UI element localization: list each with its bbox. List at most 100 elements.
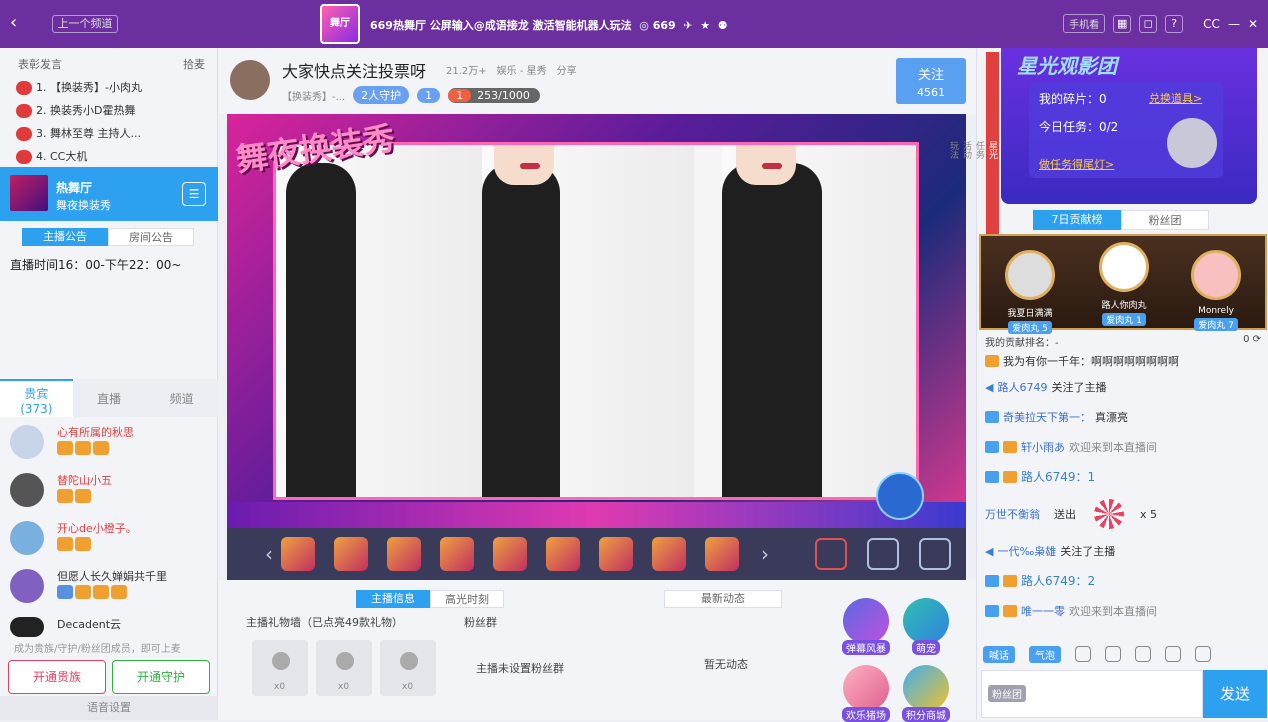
store-icon[interactable] — [919, 538, 951, 570]
anchor-avatar[interactable] — [230, 60, 270, 100]
bubble-button[interactable]: 气泡 — [1029, 645, 1061, 663]
menu-icon[interactable]: ☰ — [182, 182, 206, 206]
room-logo: 舞厅 — [320, 4, 360, 44]
app-pig-farm[interactable]: 欢乐猪场 — [838, 665, 894, 722]
room-card[interactable]: 热舞厅 舞夜换装秀 ☰ — [0, 167, 218, 221]
side-tab[interactable]: 星光 — [986, 52, 999, 248]
rank-item[interactable]: 4. CC大机 — [16, 145, 217, 168]
gift-icon[interactable] — [546, 537, 580, 571]
more-icon[interactable] — [1195, 646, 1211, 662]
gift-count: x 5 — [1140, 507, 1158, 521]
gift-icon[interactable] — [387, 537, 421, 571]
anchor-tag: 【换装秀】-... — [282, 91, 346, 103]
gift-wall-title[interactable]: 主播礼物墙（已点亮49款礼物） — [246, 614, 403, 630]
side-tab[interactable]: 任务 — [973, 52, 986, 248]
gift-icon[interactable] — [334, 537, 368, 571]
rank-item[interactable]: 2. 换装秀小D霍热舞 — [16, 99, 217, 122]
gift-icon[interactable] — [281, 537, 315, 571]
gift-icon[interactable] — [599, 537, 633, 571]
bell-icon[interactable]: ◻ — [1139, 14, 1158, 33]
fans-pill[interactable]: 1 — [417, 87, 441, 103]
tab-highlight[interactable]: 高光时刻 — [430, 590, 504, 608]
chat-toolbar: 喊话 气泡 — [981, 642, 1265, 666]
avatar — [10, 617, 44, 637]
list-item[interactable]: Decadent云 — [0, 613, 218, 637]
image-icon[interactable] — [1135, 646, 1151, 662]
rank-item[interactable]: 1. 【换装秀】-小肉丸 — [16, 76, 217, 99]
chat-user[interactable]: 一代‰枭雄 — [997, 544, 1056, 559]
rank-2[interactable]: 我夏日满满 爱肉丸 5 — [995, 250, 1065, 334]
grid-icon[interactable]: ▦ — [1113, 14, 1132, 33]
emoji-icon[interactable] — [1075, 646, 1091, 662]
chat-user[interactable]: 万世不衡翁 — [985, 507, 1040, 522]
gift-icon[interactable] — [652, 537, 686, 571]
list-item[interactable]: 替陀山小五 — [0, 469, 218, 517]
chat-user[interactable]: 路人6749：1 — [1021, 470, 1095, 485]
rank-1[interactable]: 路人你肉丸 爱肉丸 1 — [1089, 242, 1159, 326]
list-item[interactable]: 开心de小橙子。 — [0, 517, 218, 565]
speak-button[interactable]: 喊话 — [983, 645, 1015, 663]
task-link[interactable]: 做任务得尾灯> — [1039, 156, 1114, 172]
chat-user[interactable]: 唯一一零 — [1021, 604, 1065, 619]
side-tab[interactable]: 活动 — [960, 52, 973, 248]
chat-user[interactable]: 路人6749：2 — [1021, 574, 1095, 589]
my-rank-row: 我的贡献排名：- 0 ⟳ — [985, 334, 1261, 349]
latest-news-tab[interactable]: 最新动态 — [664, 590, 782, 608]
guard-pill[interactable]: 2人守护 — [353, 86, 410, 104]
mobile-watch-button[interactable]: 手机看 — [1063, 14, 1106, 33]
chevron-right-icon[interactable]: › — [761, 542, 769, 566]
mic-button[interactable]: 拾麦 — [183, 56, 205, 72]
chat-user[interactable]: 路人6749 — [997, 380, 1047, 395]
gift-icon[interactable] — [440, 537, 474, 571]
room-title: 669热舞厅 公屏输入@成语接龙 激活智能机器人玩法 ◎ 669 ✈ ★ ⚉ — [370, 19, 728, 32]
fan-badge[interactable]: 粉丝团 — [988, 685, 1026, 702]
back-arrow-icon[interactable]: ‹ — [10, 12, 17, 33]
tab-channel[interactable]: 频道 — [145, 379, 218, 417]
prev-channel-button[interactable]: 上一个频道 — [52, 15, 118, 33]
task-count: 今日任务：0/2 — [1039, 120, 1119, 134]
tab-room-notice[interactable]: 房间公告 — [108, 228, 194, 246]
app-danmaku-storm[interactable]: 弹幕风暴 — [838, 598, 894, 655]
tab-broadcast[interactable]: 直播 — [73, 379, 146, 417]
gift-icon[interactable] — [493, 537, 527, 571]
side-tab[interactable]: 玩法 — [947, 52, 960, 248]
chat-input[interactable]: 粉丝团 — [981, 670, 1203, 718]
gift-bar: ‹ › — [227, 528, 966, 580]
tab-anchor-notice[interactable]: 主播公告 — [22, 228, 108, 246]
chat-user[interactable]: 轩小雨あ — [1021, 440, 1065, 455]
scissors-icon[interactable] — [1105, 646, 1121, 662]
help-icon[interactable]: ? — [1165, 14, 1184, 33]
gift-slot: x0 — [316, 640, 372, 696]
rank-name: 2. 换装秀小D霍热舞 — [36, 104, 136, 117]
lollipop-gift-icon — [1094, 499, 1124, 529]
close-icon[interactable]: ✕ — [1248, 17, 1258, 31]
tab-vip[interactable]: 贵宾 (373) — [0, 379, 73, 417]
room-thumbnail — [10, 175, 48, 211]
list-item[interactable]: 心有所属的秋思 — [0, 421, 218, 469]
rank-3[interactable]: Monrely 爱肉丸 7 — [1181, 250, 1251, 331]
lock-icon[interactable] — [1165, 646, 1181, 662]
app-points-mall[interactable]: 积分商城 — [898, 665, 954, 722]
anchor-title: 大家快点关注投票呀 — [282, 62, 427, 81]
exchange-link[interactable]: 兑换道具> — [1149, 90, 1202, 106]
room-id-icon: ◎ — [639, 19, 649, 32]
voice-settings-button[interactable]: 语音设置 — [0, 696, 218, 720]
app-pet[interactable]: 萌宠 — [898, 598, 954, 655]
open-noble-button[interactable]: 开通贵族 — [8, 660, 106, 694]
category-link[interactable]: 娱乐 - 星秀 — [497, 62, 547, 77]
video-player[interactable]: 舞夜换装秀 — [227, 114, 966, 528]
tab-fan-club[interactable]: 粉丝团 — [1121, 210, 1209, 230]
list-item[interactable]: 但愿人长久婵娟共千里 — [0, 565, 218, 613]
minimize-icon[interactable]: — — [1228, 17, 1240, 31]
tab-anchor-info[interactable]: 主播信息 — [356, 590, 430, 608]
open-guard-button[interactable]: 开通守护 — [112, 660, 210, 694]
chat-user[interactable]: 奇美拉天下第一： — [1003, 410, 1091, 425]
tab-7day-rank[interactable]: 7日贡献榜 — [1033, 210, 1121, 230]
share-button[interactable]: 分享 — [557, 62, 577, 77]
bag-icon[interactable] — [867, 538, 899, 570]
play-mode-icon[interactable] — [815, 538, 847, 570]
chevron-left-icon[interactable]: ‹ — [265, 542, 273, 566]
rank-item[interactable]: 3. 舞林至尊 主持人... — [16, 122, 217, 145]
gift-icon[interactable] — [705, 537, 739, 571]
send-button[interactable]: 发送 — [1203, 670, 1267, 718]
